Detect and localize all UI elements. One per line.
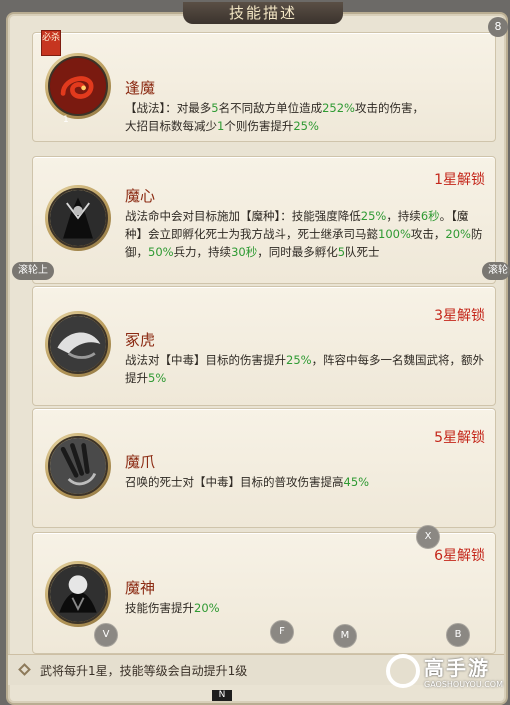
skill-card-zhonghu: 冢虎 3星解锁 战法对【中毒】目标的伤害提升25%，阵容中每多一名魏国武将，额外…	[32, 286, 496, 406]
skill-icon-zhonghu	[45, 311, 111, 377]
unlock-label: 6星解锁	[434, 548, 485, 564]
skill-desc: 战法对【中毒】目标的伤害提升25%，阵容中每多一名魏国武将，额外提升5%	[125, 353, 485, 385]
skill-level-mark: 1	[63, 115, 69, 125]
unlock-label: 5星解锁	[434, 430, 485, 446]
skill-desc: 召唤的死士对【中毒】目标的普攻伤害提高45%	[125, 475, 370, 489]
scroll-down-button[interactable]: 滚轮	[482, 262, 510, 280]
skill-name: 魔爪	[125, 453, 156, 471]
skill-name: 魔心	[125, 187, 156, 205]
watermark: 高手游 GAOSHOUYOU.COM	[384, 652, 508, 698]
panel-title: 技能描述	[183, 2, 343, 24]
key-x-button[interactable]: X	[416, 525, 440, 549]
watermark-logo-icon	[386, 654, 420, 688]
key-n-button[interactable]: N	[212, 690, 232, 701]
skill-desc: 战法命中会对目标施加【魔种】：技能强度降低25%，持续6秒。【魔种】会立即孵化死…	[125, 209, 483, 259]
tiger-claw-icon	[50, 316, 106, 372]
skill-panel: 技能描述 必杀 1 逢魔 【战法】：对最多5名不同敌方单位造成252%攻击的伤害…	[6, 2, 508, 705]
skill-desc: 技能伤害提升20%	[125, 601, 220, 615]
key-b-button[interactable]: B	[446, 623, 470, 647]
skill-card-mozhua: 魔爪 5星解锁 召唤的死士对【中毒】目标的普攻伤害提高45%	[32, 408, 496, 528]
skill-name: 冢虎	[125, 331, 156, 349]
demon-god-icon	[50, 566, 106, 622]
skill-icon-mozhua	[45, 433, 111, 499]
dark-figure-icon	[50, 190, 106, 246]
key-m-button[interactable]: M	[333, 624, 357, 648]
skill-icon-moshen	[45, 561, 111, 627]
footer-note: 武将每升1星，技能等级会自动提升1级	[40, 664, 248, 678]
skill-desc: 【战法】：对最多5名不同敌方单位造成252%攻击的伤害， 大招目标数每减少1个则伤…	[125, 101, 424, 133]
skill-name: 逢魔	[125, 79, 156, 97]
skill-card-moxin: 魔心 1星解锁 战法命中会对目标施加【魔种】：技能强度降低25%，持续6秒。【魔…	[32, 156, 496, 284]
key-f-button[interactable]: F	[270, 620, 294, 644]
unlock-label: 1星解锁	[434, 172, 485, 188]
scroll-up-button[interactable]: 滚轮上	[12, 262, 54, 280]
skill-card-fengmo: 必杀 1 逢魔 【战法】：对最多5名不同敌方单位造成252%攻击的伤害， 大招目标…	[32, 30, 496, 142]
unlock-label: 3星解锁	[434, 308, 485, 324]
skill-icon-moxin	[45, 185, 111, 251]
claw-icon	[50, 438, 106, 494]
diamond-icon	[18, 663, 31, 676]
skill-icon-fengmo	[45, 53, 111, 119]
key-v-button[interactable]: V	[94, 623, 118, 647]
key-8-button[interactable]: 8	[488, 17, 508, 37]
skill-name: 魔神	[125, 579, 156, 597]
serpent-icon	[50, 58, 106, 114]
ultimate-badge: 必杀	[41, 30, 61, 56]
